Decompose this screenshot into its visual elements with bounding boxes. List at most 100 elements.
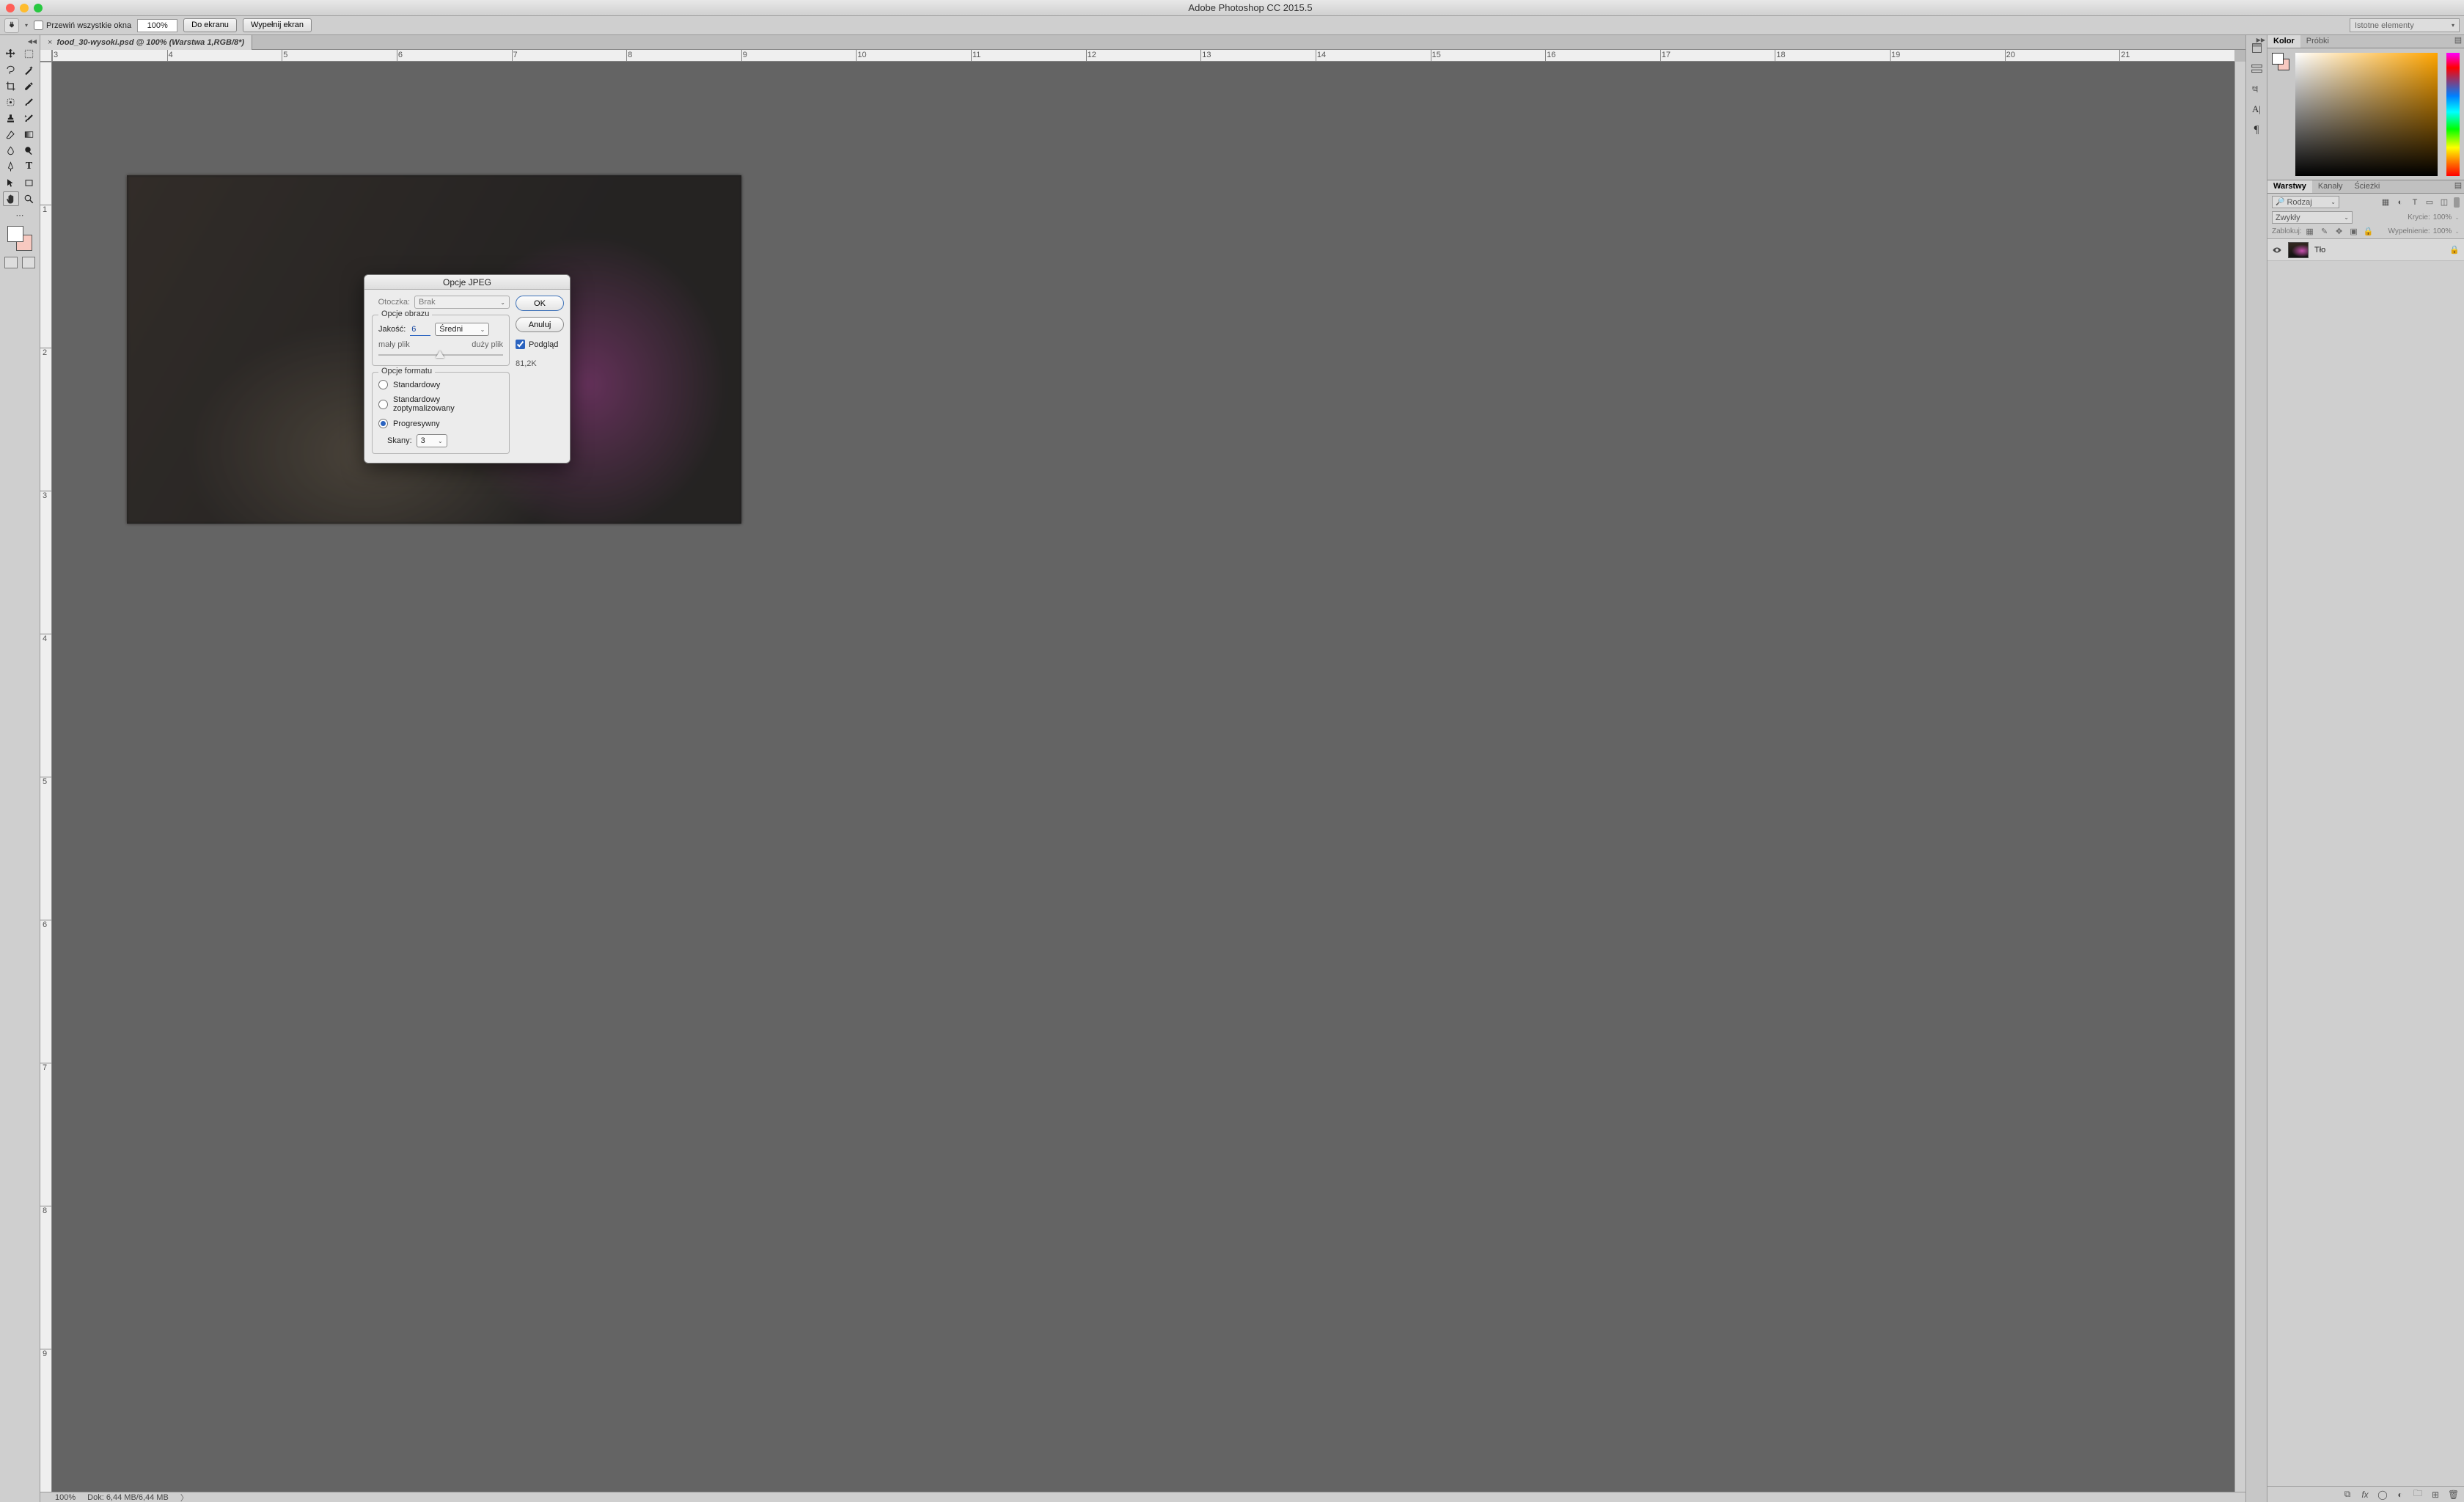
trash-icon[interactable]: 🗑 <box>2448 1490 2458 1500</box>
layers-panel-menu-icon[interactable]: ▤ <box>2452 180 2464 193</box>
filter-toggle-icon[interactable] <box>2454 197 2460 208</box>
layer-row[interactable]: Tło 🔒 <box>2267 239 2464 261</box>
color-field[interactable] <box>2295 53 2438 176</box>
horizontal-ruler[interactable]: 3456789101112131415161718192021 <box>52 50 2234 62</box>
zoom-field[interactable]: 100% <box>137 19 177 32</box>
close-window-icon[interactable] <box>6 4 15 12</box>
brush-tool-icon[interactable] <box>21 95 37 109</box>
properties-panel-icon[interactable] <box>2248 60 2265 76</box>
filter-type-icon[interactable]: T <box>2410 197 2420 208</box>
scroll-all-cb[interactable] <box>34 21 43 30</box>
paragraph-panel-icon[interactable]: ¶ <box>2248 122 2265 138</box>
radio-baseline[interactable]: Standardowy <box>378 380 503 389</box>
quickmask-icon[interactable] <box>4 257 18 268</box>
layer-thumbnail[interactable] <box>2288 242 2309 258</box>
canvas-viewport[interactable]: Opcje JPEG Otoczka: Brak⌄ Opcje obrazu J… <box>52 62 2234 1492</box>
mask-icon[interactable]: ◯ <box>2377 1490 2388 1500</box>
marquee-tool-icon[interactable] <box>21 46 37 61</box>
foreground-color-swatch[interactable] <box>7 226 23 242</box>
collapse-toggle-icon[interactable]: ◀◀ <box>28 38 37 45</box>
link-layers-icon[interactable]: ⧉ <box>2342 1489 2353 1500</box>
wand-tool-icon[interactable] <box>21 62 37 77</box>
lock-icon[interactable]: 🔒 <box>2449 245 2460 254</box>
ruler-origin[interactable] <box>40 50 52 62</box>
scans-select[interactable]: 3⌄ <box>417 434 447 447</box>
hue-strip[interactable] <box>2446 53 2460 176</box>
cancel-button[interactable]: Anuluj <box>516 317 564 332</box>
fill-value[interactable]: 100% <box>2433 227 2452 235</box>
tab-color[interactable]: Kolor <box>2267 35 2300 48</box>
adjustment-icon[interactable]: ◐ <box>2395 1490 2405 1500</box>
blend-mode-select[interactable]: Zwykły⌄ <box>2272 211 2353 224</box>
blur-tool-icon[interactable] <box>3 143 19 158</box>
status-docsize[interactable]: Dok: 6,44 MB/6,44 MB <box>87 1493 169 1502</box>
type-panel-icon[interactable]: A| <box>2248 101 2265 117</box>
fx-icon[interactable]: fx <box>2360 1490 2370 1500</box>
move-tool-icon[interactable] <box>3 46 19 61</box>
quality-preset-select[interactable]: Średni⌄ <box>435 323 489 336</box>
zoom-window-icon[interactable] <box>34 4 43 12</box>
fit-screen-button[interactable]: Do ekranu <box>183 18 237 32</box>
layer-filter-select[interactable]: 🔎 Rodzaj⌄ <box>2272 196 2339 208</box>
vertical-ruler[interactable]: 123456789 <box>40 62 52 1492</box>
color-swatches[interactable] <box>7 226 32 251</box>
stamp-tool-icon[interactable] <box>3 111 19 125</box>
new-layer-icon[interactable]: ⊞ <box>2430 1490 2441 1500</box>
lock-pixels-icon[interactable]: ▦ <box>2305 227 2315 236</box>
dodge-tool-icon[interactable] <box>21 143 37 158</box>
ok-button[interactable]: OK <box>516 296 564 311</box>
path-select-tool-icon[interactable] <box>3 175 19 190</box>
lock-artboard-icon[interactable]: ▣ <box>2349 227 2359 236</box>
radio-progressive[interactable]: Progresywny <box>378 419 503 428</box>
history-brush-tool-icon[interactable] <box>21 111 37 125</box>
lock-paint-icon[interactable]: ✎ <box>2320 227 2330 236</box>
opacity-value[interactable]: 100% <box>2433 213 2452 221</box>
workspace-switcher[interactable]: Istotne elementy ▾ <box>2350 18 2460 32</box>
patch-tool-icon[interactable] <box>3 95 19 109</box>
hand-tool-icon[interactable] <box>3 191 19 206</box>
crop-tool-icon[interactable] <box>3 78 19 93</box>
color-panel-menu-icon[interactable]: ▤ <box>2452 35 2464 48</box>
radio-optimized[interactable]: Standardowy zoptymalizowany <box>378 395 503 413</box>
fill-screen-button[interactable]: Wypełnij ekran <box>243 18 312 32</box>
vertical-scrollbar[interactable] <box>2234 62 2245 1492</box>
visibility-icon[interactable] <box>2272 245 2282 255</box>
zoom-tool-icon[interactable] <box>21 191 37 206</box>
active-tool-icon[interactable] <box>4 18 19 33</box>
color-swatch-pair[interactable] <box>2272 53 2289 70</box>
type-tool-icon[interactable]: T <box>21 159 37 174</box>
lock-all-icon[interactable]: 🔒 <box>2364 227 2374 236</box>
scroll-all-windows-checkbox[interactable]: Przewiń wszystkie okna <box>34 21 131 30</box>
image-options-group: Opcje obrazu Jakość: Średni⌄ mały plik d… <box>372 315 510 366</box>
edit-toolbar-icon[interactable]: ⋯ <box>5 210 34 220</box>
lasso-tool-icon[interactable] <box>3 62 19 77</box>
pen-tool-icon[interactable] <box>3 159 19 174</box>
tab-paths[interactable]: Ścieżki <box>2348 180 2386 193</box>
minimize-window-icon[interactable] <box>20 4 29 12</box>
tab-layers[interactable]: Warstwy <box>2267 180 2312 193</box>
lock-move-icon[interactable]: ✥ <box>2334 227 2344 236</box>
layer-name[interactable]: Tło <box>2314 246 2325 254</box>
status-flyout-icon[interactable]: 〉 <box>180 1492 188 1502</box>
preview-cb[interactable] <box>516 340 525 349</box>
quality-slider[interactable] <box>378 351 503 359</box>
document-tab[interactable]: × food_30-wysoki.psd @ 100% (Warstwa 1,R… <box>40 35 252 50</box>
character-panel-icon[interactable]: 텍 <box>2248 81 2265 97</box>
group-icon[interactable]: 🗀 <box>2413 1487 2423 1502</box>
shape-tool-icon[interactable] <box>21 175 37 190</box>
screenmode-icon[interactable] <box>22 257 35 268</box>
filter-adjust-icon[interactable]: ◐ <box>2395 197 2405 208</box>
eraser-tool-icon[interactable] <box>3 127 19 142</box>
tab-swatches[interactable]: Próbki <box>2300 35 2335 48</box>
preview-checkbox[interactable]: Podgląd <box>516 340 564 349</box>
expand-dock-icon[interactable]: ▶▶ <box>2256 37 2265 43</box>
filter-shape-icon[interactable]: ▭ <box>2424 197 2435 208</box>
close-tab-icon[interactable]: × <box>48 38 52 47</box>
eyedropper-tool-icon[interactable] <box>21 78 37 93</box>
quality-input[interactable] <box>410 323 430 336</box>
filter-smart-icon[interactable]: ◫ <box>2439 197 2449 208</box>
gradient-tool-icon[interactable] <box>21 127 37 142</box>
filter-image-icon[interactable]: ▦ <box>2380 197 2391 208</box>
tab-channels[interactable]: Kanały <box>2312 180 2349 193</box>
status-zoom[interactable]: 100% <box>55 1493 76 1502</box>
